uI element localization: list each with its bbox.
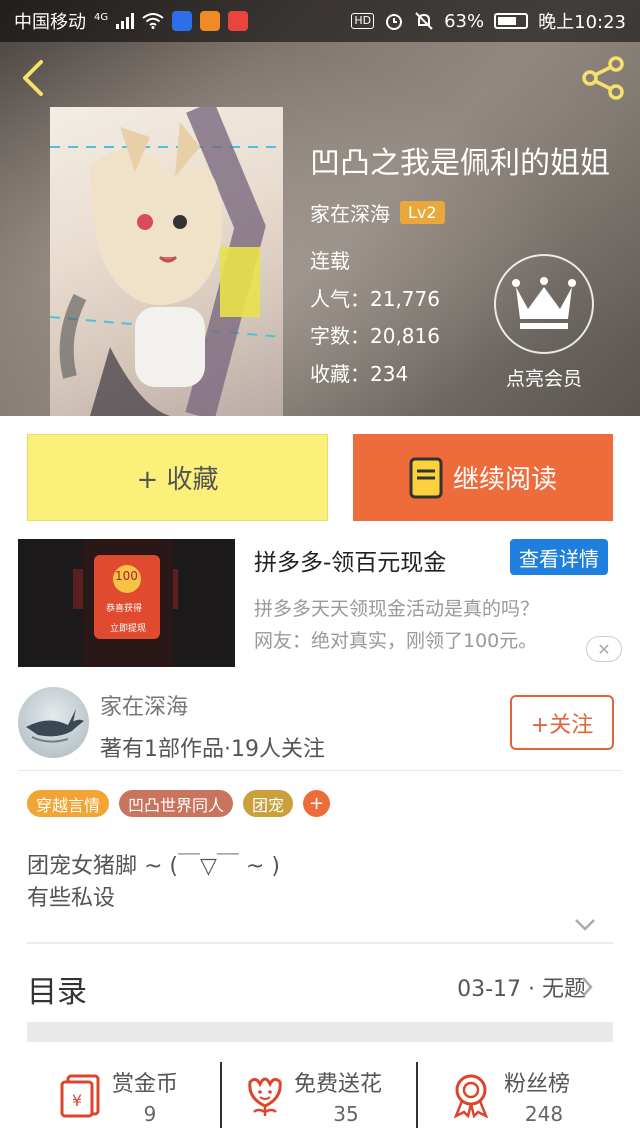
- continue-reading-button[interactable]: 继续阅读: [353, 434, 613, 521]
- fan-ranking-stat[interactable]: 粉丝榜 248: [448, 1058, 618, 1132]
- toc-latest-chapter[interactable]: 03-17 · 无题: [457, 971, 586, 1003]
- reward-coins-stat[interactable]: ¥ 赏金币 9: [50, 1058, 220, 1132]
- vip-button[interactable]: [494, 254, 594, 354]
- book-popularity: 人气：21,776: [310, 287, 440, 311]
- free-flowers-value: 35: [333, 1102, 359, 1126]
- expand-chevron-icon[interactable]: [574, 918, 596, 932]
- book-word-count: 字数：20,816: [310, 324, 440, 348]
- author-name[interactable]: 家在深海: [100, 689, 188, 721]
- baidu-app-icon: [172, 11, 193, 31]
- reward-coins-label: 赏金币: [112, 1072, 179, 1097]
- ad-description-line1: 拼多多天天领现金活动是真的吗？: [254, 598, 540, 620]
- signal-icon: [116, 13, 135, 29]
- follow-button[interactable]: +关注: [510, 695, 614, 750]
- author-stats: 著有1部作品·19人关注: [100, 737, 325, 762]
- stat-separator: [416, 1062, 418, 1128]
- whale-image: [26, 709, 84, 743]
- ad-details-button[interactable]: 查看详情: [510, 539, 608, 575]
- ad-close-button[interactable]: ✕: [586, 636, 622, 662]
- book-cover[interactable]: [50, 107, 283, 416]
- summary-line2: 有些私设: [27, 886, 116, 911]
- ad-title[interactable]: 拼多多-领百元现金: [254, 543, 446, 577]
- section-separator: [27, 1022, 613, 1042]
- tag-chuanyue-yanqing[interactable]: 穿越言情: [27, 790, 110, 817]
- continue-reading-label: 继续阅读: [452, 465, 557, 495]
- crown-icon: [512, 277, 576, 329]
- red-envelope-icon: ¥: [60, 1074, 100, 1118]
- author-level-badge: Lv2: [400, 201, 445, 224]
- book-icon: [409, 457, 443, 498]
- summary-line1: 团宠女猪脚 ~ (￣▽￣ ~ ): [27, 854, 280, 879]
- cover-illustration: [50, 107, 283, 416]
- battery-percent: 63%: [444, 10, 485, 32]
- ad-description-line2: 网友：绝对真实，刚领了100元。: [254, 630, 538, 652]
- divider: [27, 942, 613, 944]
- collect-label: + 收藏: [136, 465, 219, 495]
- video-app-icon: [200, 11, 221, 31]
- battery-icon: [494, 13, 529, 29]
- mute-icon: [415, 12, 433, 30]
- wifi-icon: [142, 13, 164, 29]
- tag-aotu-fanfic[interactable]: 凹凸世界同人: [119, 790, 234, 817]
- author-avatar[interactable]: [18, 687, 89, 758]
- book-header: 中国移动 4G HD 63% 晚上10:23 凹凸之我是佩利的姐姐 家在深海 L…: [0, 0, 640, 416]
- tag-list: 穿越言情 凹凸世界同人 团宠 +: [27, 790, 331, 817]
- medal-icon: [453, 1074, 489, 1118]
- tag-tuanchong[interactable]: 团宠: [243, 790, 294, 817]
- flower-icon: [248, 1077, 282, 1116]
- toc-label[interactable]: 目录: [27, 967, 87, 1011]
- book-status: 连载: [310, 249, 350, 273]
- ad-image[interactable]: 100 恭喜获得 立即提现: [18, 539, 235, 667]
- clock: 晚上10:23: [538, 12, 626, 33]
- free-flowers-stat[interactable]: 免费送花 35: [236, 1058, 416, 1132]
- stat-separator: [220, 1062, 222, 1128]
- fan-ranking-label: 粉丝榜: [504, 1072, 571, 1097]
- alarm-icon: [386, 14, 403, 30]
- network-label: 4G: [94, 11, 109, 23]
- chevron-right-icon[interactable]: [580, 976, 594, 998]
- collect-button[interactable]: + 收藏: [27, 434, 328, 521]
- share-icon[interactable]: [580, 56, 628, 100]
- add-tag-button[interactable]: +: [303, 790, 331, 817]
- fan-ranking-value: 248: [524, 1102, 564, 1126]
- free-flowers-label: 免费送花: [294, 1072, 383, 1097]
- carrier-label: 中国移动: [14, 12, 86, 33]
- ad-image-sub: 立即提现: [110, 624, 147, 634]
- huawei-app-icon: [228, 11, 249, 31]
- ad-image-caption: 恭喜获得: [106, 604, 143, 614]
- svg-text:¥: ¥: [72, 1091, 82, 1110]
- back-icon[interactable]: [14, 58, 54, 98]
- status-bar: 中国移动 4G HD 63% 晚上10:23: [0, 0, 640, 42]
- hd-icon: HD: [351, 13, 375, 29]
- ad-image-amount: 100: [115, 569, 138, 583]
- reward-coins-value: 9: [143, 1102, 157, 1126]
- book-author[interactable]: 家在深海: [310, 198, 390, 227]
- book-favorites: 收藏：234: [310, 362, 409, 386]
- vip-label[interactable]: 点亮会员: [494, 364, 594, 391]
- divider: [18, 770, 622, 771]
- book-title: 凹凸之我是佩利的姐姐: [310, 146, 610, 181]
